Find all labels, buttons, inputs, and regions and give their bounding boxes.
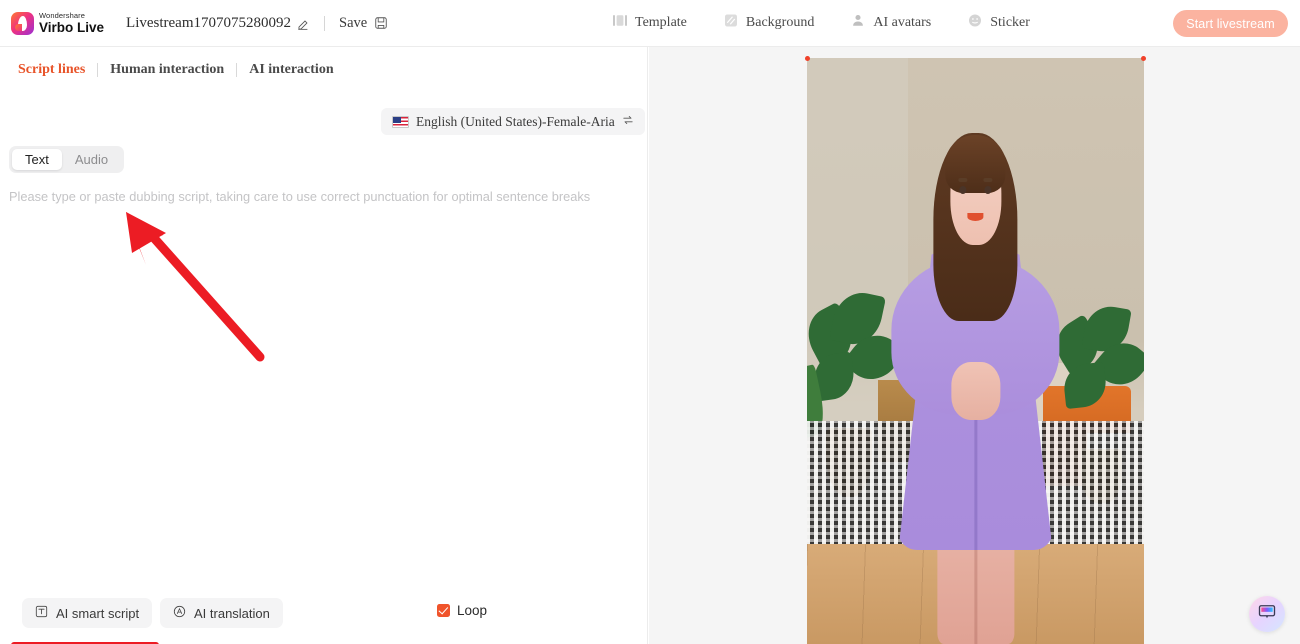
chat-support-button[interactable]: [1249, 596, 1285, 632]
pencil-edit-icon[interactable]: [297, 17, 310, 30]
script-panel: Script lines Human interaction AI intera…: [0, 47, 648, 644]
smiley-sticker-icon: [967, 13, 983, 33]
ai-avatars-button[interactable]: AI avatars: [850, 13, 931, 33]
background-button[interactable]: Background: [723, 13, 814, 33]
template-label: Template: [635, 15, 687, 30]
translate-circle-icon: [173, 605, 186, 621]
app-header: Wondershare Virbo Live Livestream1707075…: [0, 0, 1300, 47]
ai-avatars-label: AI avatars: [873, 15, 932, 30]
selection-handle-top-right[interactable]: [1141, 56, 1146, 61]
brand-name-main: Virbo Live: [39, 19, 105, 35]
tab-ai-interaction[interactable]: AI interaction: [237, 62, 345, 78]
swap-arrows-icon[interactable]: [622, 113, 634, 131]
project-title: Livestream1707075280092: [126, 14, 292, 31]
loop-checkbox[interactable]: Loop: [437, 603, 487, 618]
livestream-preview: [649, 47, 1300, 644]
background-icon: [723, 13, 739, 33]
loop-label: Loop: [457, 603, 488, 618]
text-tool-icon: [35, 605, 48, 621]
template-button[interactable]: Template: [612, 13, 687, 33]
panel-tabs: Script lines Human interaction AI intera…: [6, 62, 346, 78]
chat-support-icon: [1257, 602, 1277, 627]
ai-smart-script-label: AI smart script: [56, 605, 140, 621]
header-divider: [324, 15, 326, 31]
selection-handle-top-left[interactable]: [805, 56, 810, 61]
start-livestream-button[interactable]: Start livestream: [1173, 10, 1288, 37]
save-button[interactable]: Save: [339, 15, 367, 32]
ai-translation-label: AI translation: [194, 605, 270, 621]
input-mode-toggle: Text Audio: [9, 146, 125, 173]
ai-avatar[interactable]: [888, 122, 1063, 644]
header-tools: Template Background AI avatars Sticker: [612, 13, 1030, 33]
tab-script-lines[interactable]: Script lines: [6, 62, 97, 78]
segment-audio[interactable]: Audio: [62, 149, 121, 170]
segment-text[interactable]: Text: [12, 149, 62, 170]
person-avatar-icon: [850, 13, 866, 33]
sticker-button[interactable]: Sticker: [967, 13, 1030, 33]
checkbox-checked-icon: [437, 604, 450, 617]
virbo-logo-icon: [11, 11, 34, 35]
script-input[interactable]: [9, 187, 631, 625]
brand-name-top: Wondershare: [39, 11, 85, 20]
language-voice-selector[interactable]: English (United States)-Female-Aria: [381, 108, 645, 135]
script-bottom-bar: AI smart script AI translation Loop: [0, 582, 648, 644]
brand-logo[interactable]: Wondershare Virbo Live: [11, 11, 105, 35]
language-voice-label: English (United States)-Female-Aria: [416, 113, 615, 129]
avatar-stage[interactable]: [807, 58, 1144, 644]
ai-smart-script-button[interactable]: AI smart script: [22, 598, 153, 628]
virbo-live-app: Wondershare Virbo Live Livestream1707075…: [0, 0, 1300, 644]
floppy-save-icon[interactable]: [374, 16, 388, 30]
tab-human-interaction[interactable]: Human interaction: [98, 62, 236, 78]
sticker-label: Sticker: [990, 15, 1030, 30]
ai-translation-button[interactable]: AI translation: [160, 598, 283, 628]
template-icon: [612, 13, 628, 33]
background-label: Background: [745, 15, 815, 30]
us-flag-icon: [392, 115, 409, 128]
